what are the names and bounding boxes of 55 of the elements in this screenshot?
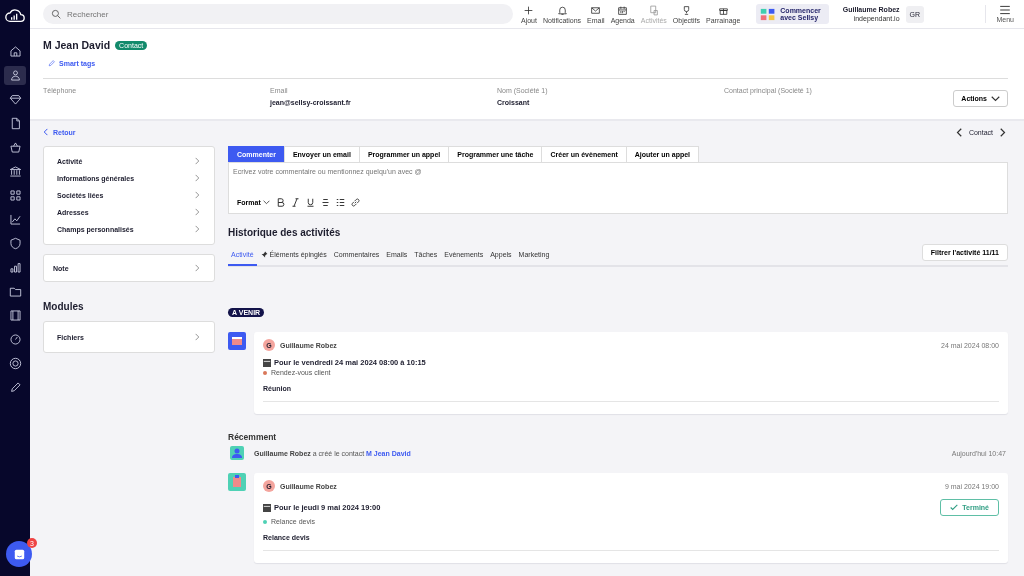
calendar-event-icon: [228, 332, 246, 350]
chevron-left-icon[interactable]: [955, 127, 962, 137]
cloud-logo-icon[interactable]: [5, 8, 25, 23]
chevron-right-icon: [195, 208, 200, 216]
chevron-left-icon: [43, 128, 48, 136]
chevron-right-icon[interactable]: [1000, 127, 1006, 137]
link-icon[interactable]: [350, 198, 360, 207]
chevron-right-icon: [195, 264, 200, 272]
modules-title: Modules: [43, 301, 85, 312]
italic-icon[interactable]: [290, 198, 300, 207]
grid-icon: [8, 189, 22, 202]
caret-icon: [991, 95, 1000, 102]
chevron-right-icon: [195, 191, 200, 199]
pen-icon: [8, 381, 22, 394]
diamond-icon: [8, 93, 22, 106]
document-icon: [648, 4, 660, 16]
recent-title: Récemment: [228, 432, 278, 442]
contact-name: M Jean David: [43, 39, 111, 51]
contact-icon: [230, 446, 244, 460]
line-chart-icon: [8, 213, 22, 226]
checklist-icon: [760, 7, 777, 21]
check-icon: [950, 504, 959, 511]
plus-icon: [523, 4, 535, 16]
chevron-right-icon: [195, 333, 200, 341]
bell-icon: [556, 4, 568, 16]
shield-icon: [8, 237, 22, 250]
calendar-icon: [617, 4, 629, 16]
basket-icon: [8, 141, 22, 154]
bold-icon[interactable]: [275, 198, 285, 207]
search-field[interactable]: Rechercher: [43, 4, 513, 24]
list-icon[interactable]: [335, 198, 345, 207]
folder-icon: [8, 285, 22, 298]
chevron-right-icon: [195, 174, 200, 182]
calendar-icon: [263, 358, 271, 367]
person-icon: [8, 69, 22, 82]
search-icon: [51, 9, 62, 20]
strikethrough-icon[interactable]: [320, 198, 330, 207]
envelope-icon: [590, 4, 602, 16]
bar-chart-icon: [8, 261, 22, 274]
caret-icon: [262, 200, 270, 205]
chevron-right-icon: [195, 157, 200, 165]
film-icon: [8, 309, 22, 322]
chevron-right-icon: [195, 225, 200, 233]
pencil-icon: [48, 59, 56, 67]
target-icon: [8, 357, 22, 370]
calendar-icon: [263, 503, 271, 512]
bank-icon: [8, 165, 22, 178]
clipboard-icon: [228, 473, 246, 491]
home-icon: [8, 45, 22, 58]
sidebar-item[interactable]: [4, 66, 26, 85]
menu-icon: [999, 5, 1012, 15]
underline-icon[interactable]: [305, 198, 315, 207]
gauge-icon: [8, 333, 22, 346]
history-title: Historique des activités: [228, 227, 342, 238]
chat-icon: [13, 548, 25, 560]
